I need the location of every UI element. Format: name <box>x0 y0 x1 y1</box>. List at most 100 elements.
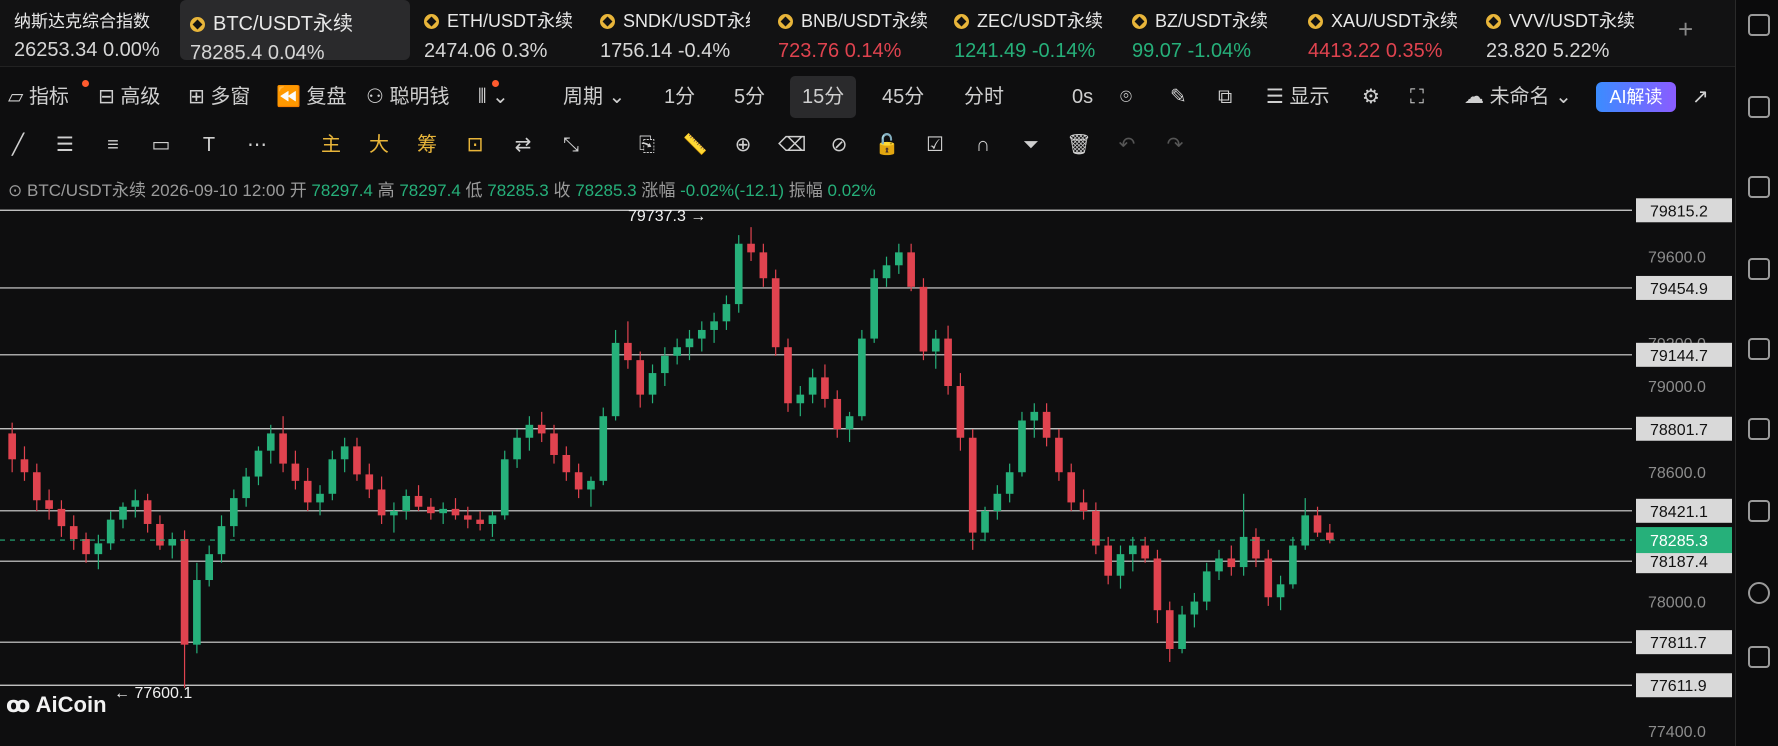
candle-body <box>796 394 805 404</box>
price-level-label: 79144.7 <box>1650 348 1708 365</box>
document-icon[interactable] <box>1748 96 1770 118</box>
ticker-price: 23.820 <box>1486 40 1548 62</box>
candlestick-chart[interactable]: 79600.079200.079000.078600.078000.077400… <box>0 192 1735 746</box>
display-button[interactable]: ☰ 显示 <box>1266 76 1330 118</box>
share-icon[interactable]: ↗ <box>1692 76 1709 118</box>
ticker-symbol: BZ/USDT永续 <box>1155 11 1269 31</box>
period-45m-button[interactable]: 45分 <box>882 76 924 118</box>
multi-window-button[interactable]: ⊞ 多窗 <box>188 76 250 118</box>
candle-body <box>242 476 250 499</box>
period-5m-button[interactable]: 5分 <box>734 76 765 118</box>
line-tool-icon[interactable]: ╱ <box>5 132 31 158</box>
ticker-zec[interactable]: ZEC/USDT永续 1241.49 -0.14% <box>944 0 1116 66</box>
wallet-icon[interactable] <box>1748 176 1770 198</box>
apps-icon[interactable] <box>1748 646 1770 668</box>
ticker-btc[interactable]: BTC/USDT永续 78285.4 0.04% <box>180 0 410 64</box>
parallel-tool-icon[interactable]: ≡ <box>100 132 126 158</box>
candle-body <box>1067 472 1076 503</box>
ai-interpret-button[interactable]: AI解读 <box>1596 82 1676 112</box>
redo-icon[interactable]: ↷ <box>1162 132 1188 158</box>
ticker-xau[interactable]: XAU/USDT永续 4413.22 0.35% <box>1298 0 1470 66</box>
delete-icon[interactable]: 🗑 <box>1066 132 1092 158</box>
horizontal-line-tool-icon[interactable]: ☰ <box>52 132 78 158</box>
smart-money-button[interactable]: ⚇ 聪明钱 <box>366 76 450 118</box>
ticker-bz[interactable]: BZ/USDT永续 99.07 -1.04% <box>1122 0 1292 66</box>
advanced-button[interactable]: ⊟ 高级 <box>98 76 160 118</box>
hide-drawings-icon[interactable]: ⊘ <box>826 132 852 158</box>
candle-body <box>1055 437 1063 473</box>
undo-icon[interactable]: ↶ <box>1114 132 1140 158</box>
bot-icon[interactable] <box>1748 500 1770 522</box>
new-window-icon[interactable]: ⧉ <box>1218 76 1232 118</box>
ticker-sndk[interactable]: SNDK/USDT永续 1756.14 -0.4% <box>590 0 760 66</box>
ticker-price: 78285.4 <box>190 42 263 64</box>
ticker-eth[interactable]: ETH/USDT永续 2474.06 0.3% <box>414 0 582 66</box>
candle-body <box>587 480 595 490</box>
checklist-icon[interactable]: ☑ <box>922 132 948 158</box>
candle-body <box>636 360 645 395</box>
ticker-bnb[interactable]: BNB/USDT永续 723.76 0.14% <box>768 0 938 66</box>
candle-body <box>808 377 817 395</box>
ticker-value: 1241.49 -0.14% <box>954 40 1106 63</box>
candle-body <box>821 377 829 399</box>
indicator-button[interactable]: ▱ 指标 <box>8 76 69 118</box>
chips-button[interactable]: 筹 <box>414 132 440 158</box>
edit-icon[interactable]: ✎ <box>1170 76 1187 118</box>
candle-body <box>993 493 1002 512</box>
add-ticker-icon[interactable]: + <box>1678 14 1693 45</box>
layout-name-button[interactable]: ☁ 未命名 ⌄ <box>1464 76 1572 118</box>
candle-body <box>439 508 447 514</box>
measure-icon[interactable]: ⤡ <box>558 132 584 158</box>
copy-icon[interactable]: ⎘ <box>634 132 660 158</box>
fullscreen-icon[interactable]: ⛶ <box>1410 76 1424 118</box>
candle-body <box>931 338 940 352</box>
chart-toolbar: ▱ 指标 ⊟ 高级 ⊞ 多窗 ⏪ 复盘 ⚇ 聪明钱 ⫴ ⌄ 周期 ⌄ 1分 5分… <box>0 76 1735 118</box>
zoom-icon[interactable]: ⊕ <box>730 132 756 158</box>
etf-icon[interactable] <box>1748 418 1770 440</box>
candle-body <box>845 416 854 430</box>
candle-body <box>833 398 842 430</box>
camera-icon[interactable]: ⌾ <box>1120 76 1132 118</box>
text-tool-icon[interactable]: T <box>196 132 222 158</box>
candle-body <box>685 338 694 348</box>
magnet-icon[interactable]: ∩ <box>970 132 996 158</box>
chart-icon[interactable] <box>1748 338 1770 360</box>
y-axis-tick-label: 79600.0 <box>1648 250 1706 267</box>
swap-icon[interactable]: ⇄ <box>510 132 536 158</box>
period-button[interactable]: 周期 ⌄ <box>563 76 625 118</box>
rectangle-tool-icon[interactable]: ▭ <box>148 132 174 158</box>
big-orders-button[interactable]: 大 <box>366 132 392 158</box>
coin-icon <box>954 14 969 29</box>
ruler-icon[interactable]: 📏 <box>682 132 708 158</box>
ticker-symbol-row: ZEC/USDT永续 <box>954 7 1106 33</box>
candle-body <box>119 506 127 520</box>
candle-body <box>1165 610 1174 649</box>
candle-body <box>94 543 103 555</box>
settings-icon[interactable]: ⚙ <box>1362 76 1380 118</box>
candle-body <box>771 278 780 348</box>
ticker-nasdaq[interactable]: 纳斯达克综合指数 26253.34 0.00% <box>4 0 162 66</box>
replay-button[interactable]: ⏪ 复盘 <box>276 76 346 118</box>
period-1m-button[interactable]: 1分 <box>664 76 695 118</box>
ticker-symbol: BTC/USDT永续 <box>213 13 353 35</box>
lock-icon[interactable]: 🔓 <box>874 132 900 158</box>
ticker-value: 99.07 -1.04% <box>1132 40 1282 63</box>
grid-icon[interactable] <box>1748 14 1770 36</box>
eraser-icon[interactable]: ⌫ <box>778 132 806 158</box>
main-indicator-button[interactable]: 主 <box>318 132 344 158</box>
heatmap-tool-icon[interactable]: ⊡ <box>462 132 488 158</box>
timeshare-button[interactable]: 分时 <box>964 76 1004 118</box>
candle-body <box>673 347 681 356</box>
more-tools-icon[interactable]: ⋯ <box>244 132 270 158</box>
period-15m-button[interactable]: 15分 <box>790 76 857 118</box>
ticker-symbol-row: BZ/USDT永续 <box>1132 7 1282 33</box>
filter-icon[interactable]: ⏷ <box>1018 132 1044 158</box>
price-level-label: 78187.4 <box>1650 554 1708 571</box>
ticker-vvv[interactable]: VVV/USDT永续 23.820 5.22% <box>1476 0 1646 66</box>
exchange-icon[interactable] <box>1748 582 1770 604</box>
trend-icon[interactable] <box>1748 258 1770 280</box>
candle-body <box>303 480 312 503</box>
candle-body <box>759 252 768 279</box>
price-level-label: 79454.9 <box>1650 281 1708 298</box>
countdown-button[interactable]: 0s <box>1072 76 1093 118</box>
